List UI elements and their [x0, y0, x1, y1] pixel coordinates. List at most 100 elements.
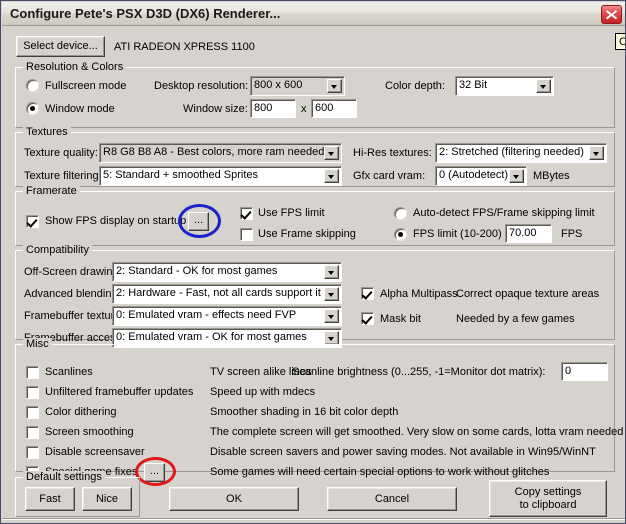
special-game-fixes-description: Some games will need certain special opt… — [210, 466, 550, 478]
hires-textures-label: Hi-Res textures: — [353, 147, 432, 159]
window-size-label: Window size: — [183, 103, 248, 115]
textures-title: Textures — [23, 126, 71, 138]
window-mode-radio[interactable] — [26, 102, 39, 115]
fullscreen-mode-radio[interactable] — [26, 79, 39, 92]
use-fps-limit-label: Use FPS limit — [258, 207, 325, 219]
tooltip-popup: C — [615, 33, 625, 50]
chevron-down-icon[interactable] — [536, 79, 551, 93]
window-title: Configure Pete's PSX D3D (DX6) Renderer.… — [10, 6, 281, 21]
mask-bit-description: Needed by a few games — [456, 313, 575, 325]
chevron-down-icon[interactable] — [324, 146, 339, 160]
chevron-down-icon[interactable] — [324, 331, 339, 345]
scanline-brightness-input[interactable]: 0 — [561, 362, 608, 381]
scanlines-checkbox[interactable] — [26, 366, 39, 379]
fullscreen-mode-label: Fullscreen mode — [45, 80, 127, 92]
scanlines-label: Scanlines — [45, 366, 93, 378]
copy-settings-button[interactable]: Copy settings to clipboard — [489, 480, 607, 517]
texture-filtering-value: 5: Standard + smoothed Sprites — [103, 169, 259, 181]
offscreen-drawing-label: Off-Screen drawing: — [24, 266, 122, 278]
gfx-vram-select[interactable]: 0 (Autodetect) — [435, 166, 527, 186]
texture-filtering-select[interactable]: 5: Standard + smoothed Sprites — [99, 166, 342, 186]
fps-limit-radio[interactable] — [394, 228, 407, 241]
window-size-separator: x — [301, 103, 307, 115]
show-fps-startup-checkbox[interactable] — [26, 215, 39, 228]
cancel-button[interactable]: Cancel — [327, 487, 457, 511]
chevron-down-icon[interactable] — [324, 169, 339, 183]
texture-quality-label: Texture quality: — [24, 147, 98, 159]
configure-renderer-window: Configure Pete's PSX D3D (DX6) Renderer.… — [0, 0, 626, 524]
title-bar: Configure Pete's PSX D3D (DX6) Renderer.… — [2, 2, 625, 26]
chevron-down-icon[interactable] — [589, 146, 604, 160]
fps-limit-label: FPS limit (10-200) : — [413, 228, 508, 240]
chevron-down-icon[interactable] — [509, 169, 524, 183]
advanced-blending-value: 2: Hardware - Fast, not all cards suppor… — [116, 287, 321, 299]
copy-settings-line1: Copy settings — [514, 486, 582, 499]
scanline-brightness-label: Scanline brightness (0...255, -1=Monitor… — [292, 366, 546, 378]
screen-smoothing-checkbox[interactable] — [26, 426, 39, 439]
close-icon — [605, 10, 618, 20]
hires-textures-value: 2: Stretched (filtering needed) — [439, 146, 584, 158]
framebuffer-textures-select[interactable]: 0: Emulated vram - effects need FVP — [112, 306, 342, 326]
misc-title: Misc — [23, 338, 52, 350]
texture-quality-value: R8 G8 B8 A8 - Best colors, more ram need… — [103, 146, 325, 158]
unfiltered-framebuffer-checkbox[interactable] — [26, 386, 39, 399]
bottom-divider — [2, 518, 625, 520]
color-dithering-label: Color dithering — [45, 406, 117, 418]
special-game-fixes-options-button[interactable]: ... — [144, 463, 165, 482]
copy-settings-line2: to clipboard — [519, 498, 577, 511]
fast-defaults-button[interactable]: Fast — [25, 487, 75, 511]
use-frame-skipping-label: Use Frame skipping — [258, 228, 356, 240]
show-fps-startup-label: Show FPS display on startup — [45, 215, 187, 227]
close-button[interactable] — [601, 5, 622, 24]
alpha-multipass-checkbox[interactable] — [361, 287, 374, 300]
gfx-vram-units: MBytes — [533, 170, 570, 182]
chevron-down-icon[interactable] — [324, 309, 339, 323]
nice-defaults-button[interactable]: Nice — [82, 487, 132, 511]
gfx-vram-value: 0 (Autodetect) — [439, 169, 509, 181]
chevron-down-icon[interactable] — [324, 265, 339, 279]
offscreen-drawing-select[interactable]: 2: Standard - OK for most games — [112, 262, 342, 282]
use-fps-limit-checkbox[interactable] — [240, 207, 253, 220]
chevron-down-icon[interactable] — [327, 79, 342, 93]
texture-quality-select[interactable]: R8 G8 B8 A8 - Best colors, more ram need… — [99, 143, 342, 163]
framebuffer-access-value: 0: Emulated vram - OK for most games — [116, 331, 307, 343]
resolution-colors-title: Resolution & Colors — [23, 61, 127, 73]
unfiltered-framebuffer-description: Speed up with mdecs — [210, 386, 316, 398]
unfiltered-framebuffer-label: Unfiltered framebuffer updates — [45, 386, 194, 398]
disable-screensaver-description: Disable screen savers and power saving m… — [210, 446, 596, 458]
window-height-input[interactable]: 600 — [311, 99, 357, 118]
color-dithering-checkbox[interactable] — [26, 406, 39, 419]
ok-button[interactable]: OK — [169, 487, 299, 511]
chevron-down-icon[interactable] — [324, 287, 339, 301]
mask-bit-label: Mask bit — [380, 313, 421, 325]
disable-screensaver-label: Disable screensaver — [45, 446, 145, 458]
autodetect-fps-radio[interactable] — [394, 207, 407, 220]
framerate-title: Framerate — [23, 185, 80, 197]
texture-filtering-label: Texture filtering: — [24, 170, 102, 182]
fps-units-label: FPS — [561, 228, 583, 240]
device-name-label: ATI RADEON XPRESS 1100 — [114, 41, 255, 53]
color-depth-select[interactable]: 32 Bit — [455, 76, 554, 96]
color-depth-value: 32 Bit — [459, 79, 488, 91]
framebuffer-textures-value: 0: Emulated vram - effects need FVP — [116, 309, 297, 321]
fps-display-options-button[interactable]: ... — [188, 212, 209, 231]
alpha-multipass-label: Alpha Multipass — [380, 288, 458, 300]
select-device-button[interactable]: Select device... — [16, 36, 105, 57]
advanced-blending-select[interactable]: 2: Hardware - Fast, not all cards suppor… — [112, 284, 342, 304]
desktop-resolution-value: 800 x 600 — [254, 79, 303, 91]
dialog-client-area: Select device... ATI RADEON XPRESS 1100 … — [2, 26, 625, 523]
gfx-vram-label: Gfx card vram: — [353, 170, 426, 182]
advanced-blending-label: Advanced blending: — [24, 288, 121, 300]
alpha-multipass-description: Correct opaque texture areas — [456, 288, 600, 300]
screen-smoothing-label: Screen smoothing — [45, 426, 134, 438]
disable-screensaver-checkbox[interactable] — [26, 446, 39, 459]
mask-bit-checkbox[interactable] — [361, 312, 374, 325]
default-settings-title: Default settings — [23, 471, 105, 483]
use-frame-skipping-checkbox[interactable] — [240, 228, 253, 241]
window-width-input[interactable]: 800 — [250, 99, 296, 118]
desktop-resolution-select[interactable]: 800 x 600 — [250, 76, 345, 96]
hires-textures-select[interactable]: 2: Stretched (filtering needed) — [435, 143, 607, 163]
fps-limit-input[interactable]: 70.00 — [505, 224, 552, 243]
autodetect-fps-label: Auto-detect FPS/Frame skipping limit — [413, 207, 595, 219]
color-dithering-description: Smoother shading in 16 bit color depth — [210, 406, 399, 418]
